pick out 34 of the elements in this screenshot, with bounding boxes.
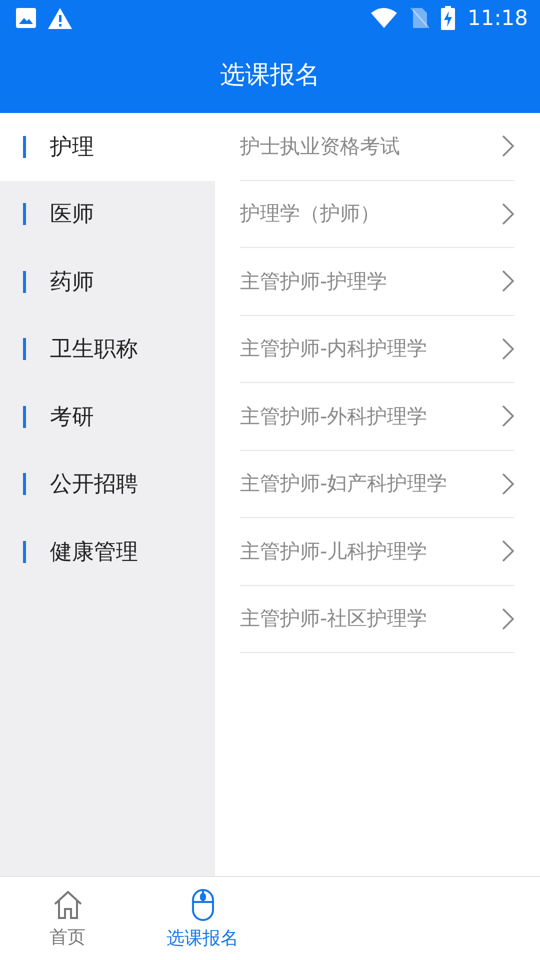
chevron-right-icon [502, 540, 514, 562]
image-icon [16, 8, 36, 28]
nav-tab[interactable]: 首页 [0, 877, 135, 960]
course-row[interactable]: 主管护师-护理学 [240, 248, 514, 316]
category-tab[interactable]: 考研 [0, 383, 215, 450]
category-tab[interactable]: 公开招聘 [0, 450, 215, 518]
chevron-right-icon [502, 472, 514, 495]
course-row[interactable]: 主管护师-儿科护理学 [240, 518, 514, 586]
mouse-icon [190, 888, 216, 922]
chevron-right-icon [502, 135, 514, 158]
no-sim-icon [409, 7, 430, 29]
course-row[interactable]: 护士执业资格考试 [240, 113, 514, 180]
course-row[interactable]: 主管护师-内科护理学 [240, 316, 514, 383]
course-row[interactable]: 主管护师-妇产科护理学 [240, 450, 514, 518]
nav-tab[interactable]: 选课报名 [135, 877, 270, 960]
chevron-right-icon [502, 405, 514, 428]
course-row[interactable]: 主管护师-外科护理学 [240, 383, 514, 450]
category-tab[interactable]: 健康管理 [0, 518, 215, 586]
clock-time: 11:18 [467, 6, 528, 30]
chevron-right-icon [502, 608, 514, 630]
home-icon [52, 888, 84, 920]
wifi-icon [371, 8, 398, 28]
chevron-right-icon [502, 270, 514, 292]
page-title: 选课报名 [220, 59, 320, 91]
course-row[interactable]: 主管护师-社区护理学 [240, 586, 514, 653]
course-row[interactable]: 护理学（护师） [240, 180, 514, 248]
warning-icon [48, 8, 72, 28]
category-tab[interactable]: 护理 [0, 113, 215, 180]
category-tab[interactable]: 卫生职称 [0, 316, 215, 383]
category-tab[interactable]: 医师 [0, 180, 215, 248]
chevron-right-icon [502, 202, 514, 225]
chevron-right-icon [502, 338, 514, 360]
battery-charging-icon [441, 6, 456, 30]
category-tab[interactable]: 药师 [0, 248, 215, 316]
